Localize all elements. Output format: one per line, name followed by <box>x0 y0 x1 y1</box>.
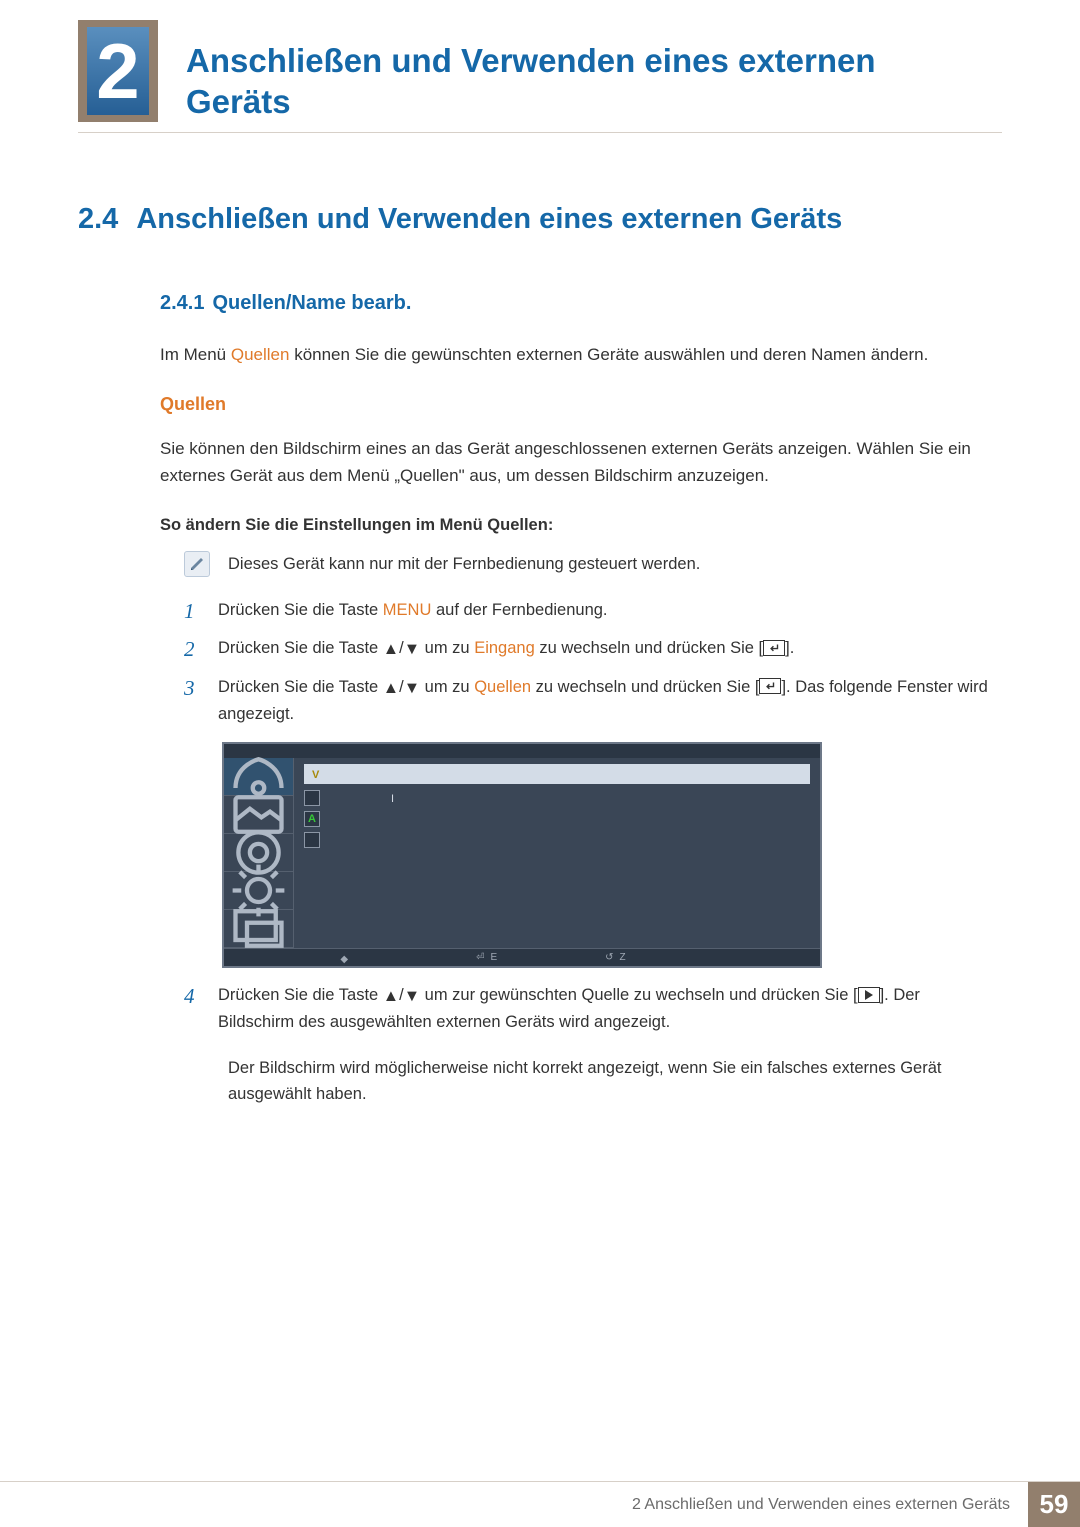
quellen-paragraph: Sie können den Bildschirm eines an das G… <box>160 435 992 489</box>
osd-menu-screenshot: V I A ◆ ⏎E ↺Z <box>222 742 822 968</box>
osd-bottombar: ◆ ⏎E ↺Z <box>224 948 820 966</box>
note-wrong-device: Der Bildschirm wird möglicherweise nicht… <box>184 1055 992 1108</box>
chapter-header: 2 Anschließen und Verwenden eines extern… <box>78 20 1002 128</box>
steps-list: 1 Drücken Sie die Taste MENU auf der Fer… <box>184 597 992 1037</box>
step-number: 1 <box>184 597 204 625</box>
enter-icon <box>763 640 785 656</box>
arrow-up-icon: ▲ <box>383 983 399 1010</box>
step-1: 1 Drücken Sie die Taste MENU auf der Fer… <box>184 597 992 625</box>
subsection-number: 2.4.1 <box>160 292 204 314</box>
intro-paragraph: Im Menü Quellen können Sie die gewünscht… <box>160 341 992 368</box>
page-footer: 2 Anschließen und Verwenden eines extern… <box>0 1481 1080 1527</box>
note-text: Der Bildschirm wird möglicherweise nicht… <box>228 1055 992 1108</box>
subsection-heading: 2.4.1 Quellen/Name bearb. <box>160 292 1002 315</box>
osd-enter-icon: ⏎E <box>476 950 575 965</box>
howto-heading: So ändern Sie die Einstellungen im Menü … <box>160 516 992 535</box>
arrow-down-icon: ▼ <box>404 675 420 702</box>
chapter-number: 2 <box>87 27 149 115</box>
step-text: Drücken Sie die Taste ▲/▼ um zu Eingang … <box>218 635 794 662</box>
osd-main: V I A <box>294 758 820 948</box>
chapter-title: Anschließen und Verwenden eines externen… <box>186 40 946 123</box>
arrow-up-icon: ▲ <box>383 675 399 702</box>
osd-row: I <box>304 790 810 806</box>
section-title: Anschließen und Verwenden eines externen… <box>136 203 842 235</box>
step-text: Drücken Sie die Taste ▲/▼ um zur gewünsc… <box>218 982 992 1036</box>
footer-page-number: 59 <box>1028 1482 1080 1527</box>
section-heading: 2.4 Anschließen und Verwenden eines exter… <box>78 203 1002 236</box>
quellen-subheading: Quellen <box>160 394 992 415</box>
osd-row <box>304 832 810 848</box>
arrow-down-icon: ▼ <box>404 636 420 663</box>
osd-nav-icon: ◆ <box>340 950 446 965</box>
step-2: 2 Drücken Sie die Taste ▲/▼ um zu Eingan… <box>184 635 992 663</box>
step-3: 3 Drücken Sie die Taste ▲/▼ um zu Quelle… <box>184 674 992 728</box>
arrow-up-icon: ▲ <box>383 636 399 663</box>
osd-multi-icon <box>224 910 293 948</box>
step-number: 4 <box>184 982 204 1010</box>
note-remote-only: Dieses Gerät kann nur mit der Fernbedien… <box>184 551 992 577</box>
step-number: 3 <box>184 674 204 702</box>
enter-icon <box>759 678 781 694</box>
step-number: 2 <box>184 635 204 663</box>
osd-selected-row: V <box>304 764 810 784</box>
osd-back-icon: ↺Z <box>605 950 704 965</box>
note-text: Dieses Gerät kann nur mit der Fernbedien… <box>228 551 700 577</box>
chapter-badge: 2 <box>78 20 158 122</box>
arrow-down-icon: ▼ <box>404 983 420 1010</box>
step-text: Drücken Sie die Taste ▲/▼ um zu Quellen … <box>218 674 992 728</box>
section-number: 2.4 <box>78 203 118 235</box>
header-divider <box>78 132 1002 133</box>
step-4: 4 Drücken Sie die Taste ▲/▼ um zur gewün… <box>184 982 992 1036</box>
step-text: Drücken Sie die Taste MENU auf der Fernb… <box>218 597 608 624</box>
subsection-title: Quellen/Name bearb. <box>212 292 411 314</box>
play-icon <box>858 987 880 1003</box>
keyword-quellen: Quellen <box>231 345 290 364</box>
note-icon <box>184 551 210 577</box>
osd-sidebar <box>224 758 294 948</box>
osd-row: A <box>304 811 810 827</box>
footer-text: 2 Anschließen und Verwenden eines extern… <box>632 1482 1028 1527</box>
